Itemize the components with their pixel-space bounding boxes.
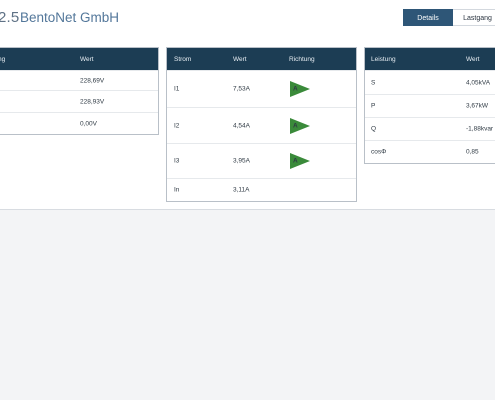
voltage-value: 228,69V	[80, 77, 105, 84]
table-row: 228,69V	[0, 70, 158, 90]
power-value: 3,67kW	[466, 102, 489, 110]
direction-arrow-right-icon: A	[290, 153, 310, 169]
power-col-name: Leistung	[371, 55, 396, 63]
current-value: 3,95A	[233, 157, 250, 165]
company-name: BentoNet GmbH	[20, 10, 120, 25]
direction-label: A	[293, 157, 298, 165]
current-col-name: Strom	[174, 55, 192, 63]
power-name: cosΦ	[371, 148, 387, 156]
table-row: P 3,67kW	[365, 94, 495, 117]
table-row: In 3,11A	[167, 178, 356, 201]
power-value: -1,88kvar	[466, 125, 494, 133]
power-name: P	[371, 102, 376, 110]
tab-details[interactable]: Details	[403, 9, 453, 26]
voltage-col-value: Wert	[80, 55, 94, 63]
voltage-col-name: ng	[0, 55, 6, 63]
voltage-value: 228,93V	[80, 98, 105, 105]
page-header: 2.5 BentoNet GmbH Details Lastgang	[0, 0, 495, 40]
voltage-value: 0,00V	[80, 120, 97, 127]
voltage-table: ng Wert 228,69V 228,93V 0,00V	[0, 47, 159, 135]
table-row: I3 3,95A A	[167, 143, 356, 178]
direction-label: A	[293, 122, 298, 129]
current-value: 3,11A	[233, 186, 250, 194]
current-table-header: Strom Wert Richtung	[167, 48, 356, 70]
current-table: Strom Wert Richtung I1 7,53A A I2 4,54A …	[166, 47, 357, 202]
table-row: cosΦ 0,85	[365, 140, 495, 163]
current-col-direction: Richtung	[289, 55, 315, 63]
power-value: 4,05kVA	[466, 79, 491, 86]
current-name: I2	[174, 122, 180, 129]
current-name: I1	[174, 85, 180, 93]
meter-id-fragment: 2.5	[0, 9, 20, 26]
table-row: S 4,05kVA	[365, 70, 495, 94]
tab-lastgang[interactable]: Lastgang	[453, 9, 495, 26]
table-row: 228,93V	[0, 90, 158, 112]
direction-label: A	[293, 85, 298, 93]
direction-arrow-right-icon: A	[290, 81, 310, 97]
table-row: I1 7,53A A	[167, 70, 356, 107]
current-name: In	[174, 186, 180, 194]
details-content: ng Wert 228,69V 228,93V 0,00V Strom Wert…	[0, 40, 495, 210]
voltage-table-header: ng Wert	[0, 48, 158, 70]
current-value: 7,53A	[233, 85, 250, 93]
power-name: Q	[371, 125, 377, 133]
table-row: Q -1,88kvar	[365, 117, 495, 140]
power-table: Leistung Wert S 4,05kVA P 3,67kW Q -1,88…	[364, 47, 495, 164]
current-value: 4,54A	[233, 122, 250, 129]
current-name: I3	[174, 157, 180, 165]
power-table-header: Leistung Wert	[365, 48, 495, 70]
power-value: 0,85	[466, 148, 479, 156]
power-name: S	[371, 79, 376, 86]
direction-arrow-right-icon: A	[290, 117, 310, 134]
current-col-value: Wert	[233, 55, 247, 63]
table-row: 0,00V	[0, 112, 158, 134]
power-col-value: Wert	[466, 55, 480, 63]
table-row: I2 4,54A A	[167, 107, 356, 143]
